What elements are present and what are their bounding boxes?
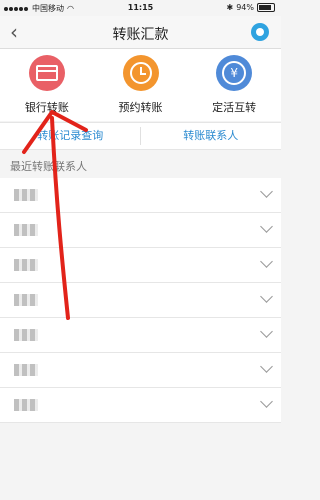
battery-icon: [257, 3, 275, 12]
bluetooth-icon: ✱: [226, 3, 234, 12]
chevron-down-icon[interactable]: [260, 290, 273, 303]
nav-header: ‹ 转账汇款: [0, 16, 281, 49]
deposit-transfer-label: 定活互转: [212, 101, 257, 114]
scheduled-transfer-button[interactable]: 预约转账: [94, 49, 188, 121]
chevron-down-icon[interactable]: [260, 325, 273, 338]
bank-transfer-button[interactable]: 银行转账: [0, 49, 94, 121]
deposit-transfer-button[interactable]: ¥ 定活互转: [187, 49, 281, 121]
page-title: 转账汇款: [112, 27, 169, 43]
blurred-name: [14, 189, 38, 201]
divider: [140, 127, 141, 145]
quick-actions: 银行转账 预约转账 ¥ 定活互转: [0, 49, 281, 121]
recent-contacts-list: [0, 178, 281, 423]
list-item[interactable]: [0, 178, 281, 213]
chevron-down-icon[interactable]: [260, 185, 273, 198]
blurred-name: [14, 259, 38, 271]
links-row: 转账记录查询 转账联系人: [0, 122, 281, 150]
list-item[interactable]: [0, 388, 281, 423]
bank-transfer-label: 银行转账: [24, 101, 69, 114]
bank-card-icon: [28, 55, 65, 91]
blurred-name: [14, 329, 38, 341]
blurred-name: [14, 294, 38, 306]
blurred-name: [14, 224, 38, 236]
list-item[interactable]: [0, 318, 281, 353]
list-item[interactable]: [0, 248, 281, 283]
transfer-history-link[interactable]: 转账记录查询: [0, 123, 141, 149]
transfer-contacts-link[interactable]: 转账联系人: [141, 123, 282, 149]
blurred-name: [14, 364, 38, 376]
clock-icon: [122, 55, 159, 91]
blurred-name: [14, 399, 38, 411]
chevron-down-icon[interactable]: [260, 220, 273, 233]
battery-area: ✱ 94%: [227, 3, 275, 12]
customer-service-icon[interactable]: [251, 23, 269, 41]
yen-icon: ¥: [216, 55, 253, 91]
list-item[interactable]: [0, 283, 281, 318]
chevron-down-icon[interactable]: [260, 255, 273, 268]
scheduled-transfer-label: 预约转账: [118, 101, 163, 114]
list-item[interactable]: [0, 213, 281, 248]
list-item[interactable]: [0, 353, 281, 388]
chevron-down-icon[interactable]: [260, 395, 273, 408]
status-bar: 中国移动 ◠ 11:15 ✱ 94%: [0, 0, 281, 16]
recent-contacts-title: 最近转账联系人: [10, 160, 87, 173]
chevron-down-icon[interactable]: [260, 360, 273, 373]
battery-percent: 94%: [236, 3, 254, 12]
